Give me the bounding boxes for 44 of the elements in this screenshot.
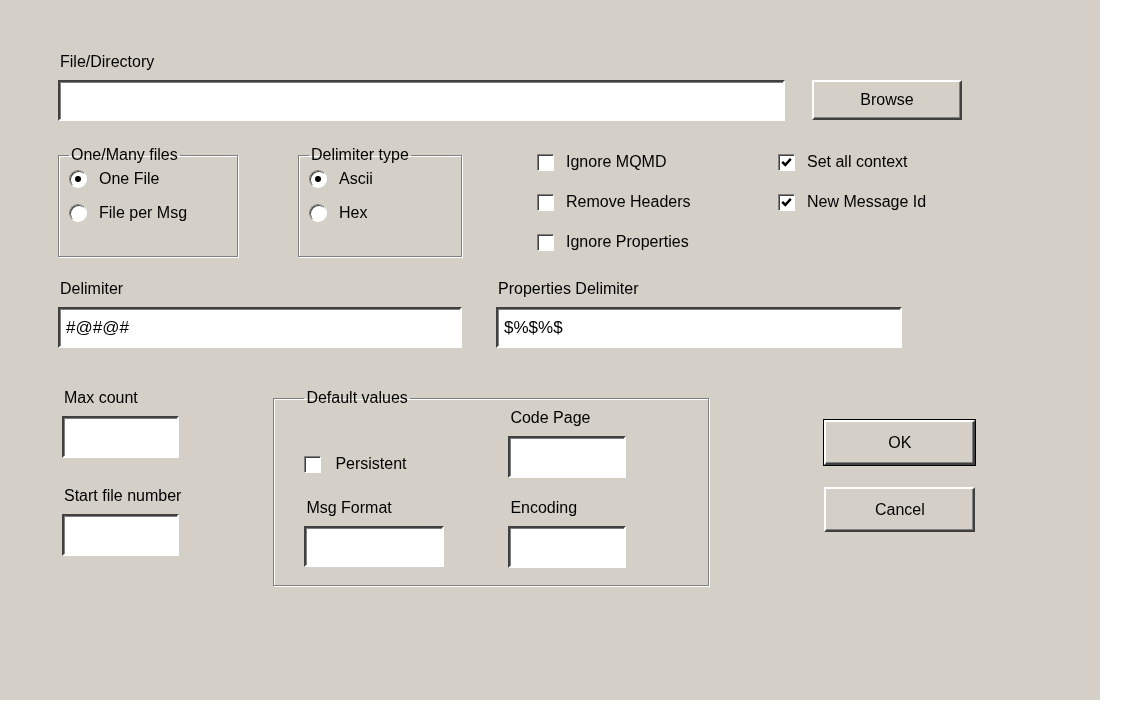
- input-field[interactable]: [62, 416, 179, 458]
- input-field[interactable]: [508, 436, 627, 478]
- check-icon: [781, 196, 792, 208]
- browse-button[interactable]: Browse: [812, 80, 962, 120]
- checkbox-label: Ignore Properties: [566, 232, 689, 252]
- radio-button[interactable]: [309, 170, 327, 188]
- checkbox-label: Remove Headers: [566, 192, 691, 212]
- group-title: One/Many files: [70, 145, 179, 165]
- checkbox[interactable]: [537, 233, 554, 251]
- checkbox[interactable]: [537, 153, 554, 171]
- field-label: Code Page: [510, 408, 591, 428]
- checkbox-label: Ignore MQMD: [566, 152, 667, 172]
- input-field[interactable]: [304, 526, 445, 567]
- input-field[interactable]: [508, 526, 627, 568]
- field-label: Encoding: [510, 498, 578, 518]
- radio-label: File per Msg: [99, 203, 188, 223]
- radio-button[interactable]: [309, 204, 327, 222]
- checkbox[interactable]: [778, 193, 795, 211]
- checkbox-label: Persistent: [335, 454, 407, 474]
- check-icon: [781, 156, 792, 168]
- radio-button[interactable]: [69, 204, 87, 222]
- group-title: Delimiter type: [310, 145, 410, 165]
- checkbox[interactable]: [304, 455, 322, 473]
- field-label: Delimiter: [60, 279, 124, 299]
- field-label: Start file number: [64, 486, 182, 506]
- radio-button[interactable]: [69, 170, 87, 188]
- field-label: Properties Delimiter: [498, 279, 639, 299]
- input-field[interactable]: #@#@#: [58, 307, 462, 348]
- checkbox-label: New Message Id: [807, 192, 927, 212]
- radio-label: One File: [99, 169, 160, 189]
- ok-button[interactable]: OK: [824, 420, 976, 465]
- field-label: Msg Format: [306, 498, 392, 518]
- checkbox[interactable]: [778, 153, 795, 171]
- input-field[interactable]: [58, 80, 785, 121]
- radio-label: Hex: [339, 203, 368, 223]
- checkbox[interactable]: [537, 193, 554, 211]
- input-field[interactable]: [62, 514, 179, 556]
- field-label: File/Directory: [60, 52, 156, 72]
- checkbox-label: Set all context: [807, 152, 908, 172]
- cancel-button[interactable]: Cancel: [824, 487, 976, 532]
- group-title: Default values: [305, 388, 409, 408]
- field-label: Max count: [64, 388, 138, 408]
- input-field[interactable]: $%$%$: [496, 307, 902, 348]
- radio-label: Ascii: [339, 169, 373, 189]
